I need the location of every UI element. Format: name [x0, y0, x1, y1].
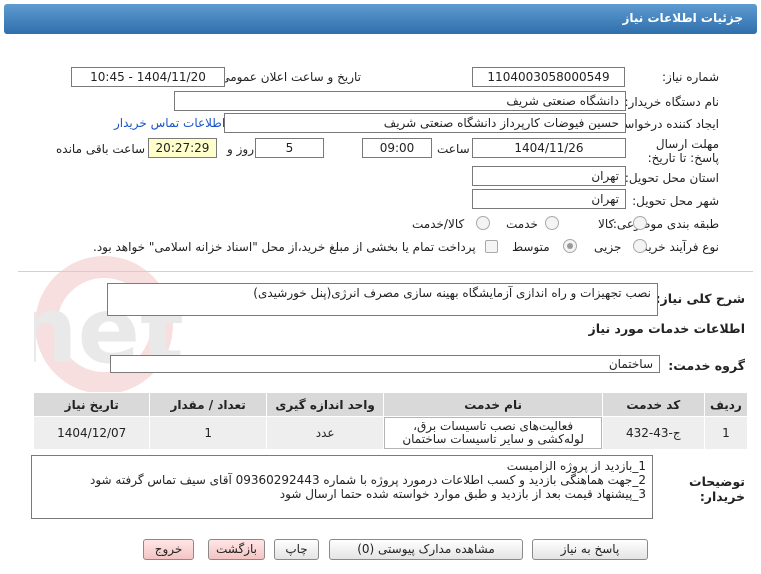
back-button[interactable]: بازگشت: [208, 539, 265, 560]
time-label: ساعت: [437, 142, 470, 156]
need-number-label: شماره نیاز:: [662, 70, 719, 84]
category-mixed-radio[interactable]: [476, 216, 490, 230]
buyer-org-field: دانشگاه صنعتی شریف: [174, 91, 626, 111]
buyer-contact-link[interactable]: اطلاعات تماس خریدار: [114, 116, 225, 130]
table-row: 1 ج-43-432 فعالیت‌های نصب تاسیسات برق، ل…: [32, 416, 749, 450]
service-group-field: ساختمان: [110, 355, 660, 373]
notes-line-3: 3_پیشنهاد قیمت بعد از بازدید و طبق موارد…: [279, 487, 646, 501]
announce-label: تاریخ و ساعت اعلان عمومی:: [216, 70, 361, 84]
page-title: جزئیات اطلاعات نیاز: [622, 11, 743, 25]
col-qty-header: تعداد / مقدار: [149, 392, 267, 417]
category-service-label: خدمت: [506, 217, 538, 231]
category-service-radio[interactable]: [545, 216, 559, 230]
notes-line-1: 1_بازدید از پروژه الزامیست: [506, 459, 646, 473]
remaining-time-field: 20:27:29: [148, 138, 217, 158]
attachments-button[interactable]: مشاهده مدارک پیوستی (0): [329, 539, 523, 560]
province-label: استان محل تحویل:: [624, 171, 719, 185]
deadline-label: مهلت ارسال پاسخ: تا تاریخ:: [647, 137, 719, 165]
title-bar: جزئیات اطلاعات نیاز: [4, 4, 757, 34]
service-group-label: گروه خدمت:: [668, 358, 745, 373]
deadline-date-field: 1404/11/26: [472, 138, 626, 158]
summary-field: نصب تجهیزات و راه اندازی آزمایشگاه بهینه…: [107, 283, 658, 316]
services-table: ردیف کد خدمت نام خدمت واحد اندازه گیری ت…: [32, 392, 749, 450]
remaining-label: ساعت باقی مانده: [56, 142, 146, 156]
reply-button[interactable]: پاسخ به نیاز: [532, 539, 648, 560]
table-header-row: ردیف کد خدمت نام خدمت واحد اندازه گیری ت…: [32, 392, 749, 417]
col-date-header: تاریخ نیاز: [32, 392, 151, 417]
col-code-header: کد خدمت: [601, 392, 705, 417]
service-name-text: فعالیت‌های نصب تاسیسات برق، لوله‌کشی و س…: [384, 417, 602, 449]
divider: [18, 271, 753, 272]
process-medium-label: متوسط: [512, 240, 550, 254]
notes-box: 1_بازدید از پروژه الزامیست 2_جهت هماهنگی…: [31, 455, 653, 519]
process-minor-label: جزیی: [594, 240, 622, 254]
city-field: تهران: [472, 189, 626, 209]
announce-field: 1404/11/20 - 10:45: [71, 67, 225, 87]
print-button[interactable]: چاپ: [274, 539, 319, 560]
province-field: تهران: [472, 166, 626, 186]
summary-label: شرح کلی نیاز:: [655, 291, 745, 306]
buyer-org-label: نام دستگاه خریدار:: [624, 95, 720, 109]
col-name-header: نام خدمت: [383, 392, 603, 417]
services-heading: اطلاعات خدمات مورد نیاز: [588, 321, 746, 336]
category-goods-label: کالا: [598, 217, 615, 231]
exit-button[interactable]: خروج: [143, 539, 194, 560]
city-label: شهر محل تحویل:: [632, 194, 719, 208]
watermark-logo: AriaTender.net: [34, 256, 184, 394]
days-field: 5: [255, 138, 324, 158]
notes-label: توضیحات خریدار:: [689, 474, 745, 504]
cell-service-name: فعالیت‌های نصب تاسیسات برق، لوله‌کشی و س…: [383, 416, 603, 450]
category-label: طبقه بندی موضوعی:: [612, 217, 719, 231]
notes-line-2: 2_جهت هماهنگی بازدید و کسب اطلاعات درمور…: [90, 473, 646, 487]
cell-service-code: ج-43-432: [601, 416, 705, 450]
deadline-time-field: 09:00: [362, 138, 432, 158]
treasury-payment-text: پرداخت تمام یا بخشی از مبلغ خرید،از محل …: [93, 240, 476, 254]
cell-quantity: 1: [149, 416, 267, 450]
cell-row-number: 1: [703, 416, 749, 450]
category-goods-radio[interactable]: [633, 216, 647, 230]
col-unit-header: واحد اندازه گیری: [265, 392, 385, 417]
category-mixed-label: کالا/خدمت: [412, 217, 465, 231]
days-label: روز و: [227, 142, 254, 156]
need-number-field: 1104003058000549: [472, 67, 625, 87]
process-medium-radio[interactable]: [563, 239, 577, 253]
cell-need-date: 1404/12/07: [32, 416, 151, 450]
cell-unit: عدد: [265, 416, 385, 450]
process-minor-radio[interactable]: [633, 239, 647, 253]
col-row-header: ردیف: [703, 392, 749, 417]
treasury-checkbox[interactable]: [485, 240, 498, 253]
creator-field: حسین فیوضات کارپرداز دانشگاه صنعتی شریف: [224, 113, 626, 133]
